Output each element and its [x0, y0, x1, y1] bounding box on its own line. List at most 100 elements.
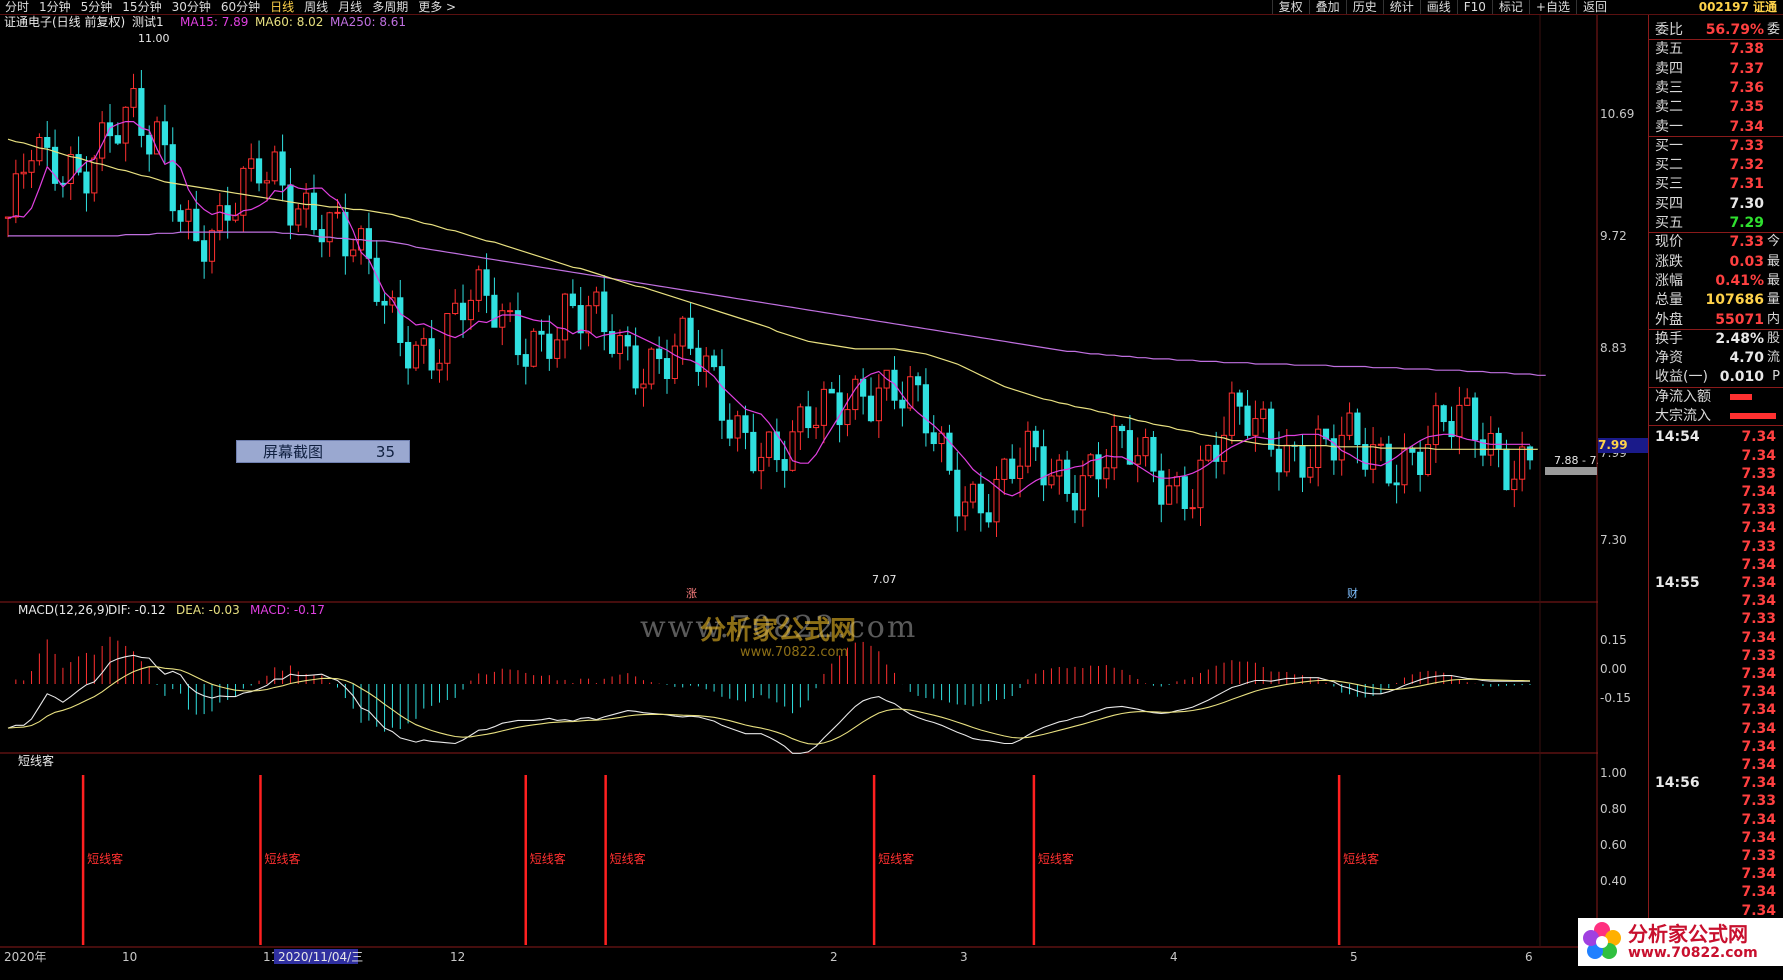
tick-price-0-3: 7.34	[1741, 483, 1776, 500]
tick-row-1-1: 7.34	[1655, 592, 1780, 610]
short-tick-1: 0.80	[1600, 802, 1627, 816]
candle-body	[624, 335, 631, 347]
candle-body	[397, 297, 404, 343]
bid-row-3-value: 7.30	[1729, 195, 1764, 212]
timeframe-toolbar: 分时 1分钟 5分钟 15分钟 30分钟 60分钟 日线 周线 月线 多周期 更多 > 复权 叠加 历史…	[0, 0, 1783, 15]
candle-body	[561, 293, 569, 341]
ask-row-2: 卖三 7.36	[1655, 79, 1780, 97]
candle-body	[546, 333, 553, 359]
tab-timeframe-10[interactable]: 更多 >	[413, 0, 461, 14]
tab-timeframe-2[interactable]: 5分钟	[76, 0, 118, 14]
screenshot-overlay[interactable]: 屏幕截图 35	[236, 440, 410, 463]
ma250-label: MA250: 8.61	[330, 15, 406, 29]
cai-marker: 财	[1347, 586, 1358, 600]
tick-row-2-1: 7.33	[1655, 792, 1780, 810]
candle-body	[303, 192, 310, 210]
tool-button-2[interactable]: 历史	[1345, 0, 1383, 14]
tick-row-1-4: 7.33	[1655, 647, 1780, 665]
tab-timeframe-7[interactable]: 周线	[299, 0, 333, 14]
candle-body	[742, 415, 749, 433]
tick-row-1-10: 7.34	[1655, 756, 1780, 774]
tool-button-4[interactable]: 画线	[1419, 0, 1457, 14]
candle-body	[899, 399, 906, 409]
tool-button-3[interactable]: 统计	[1382, 0, 1420, 14]
tick-time-2: 14:56	[1655, 775, 1700, 792]
stat-row-0-value: 2.48%	[1715, 330, 1764, 347]
stock-code: 002197 证通	[1698, 0, 1777, 14]
tick-price-1-6: 7.34	[1741, 684, 1776, 701]
tool-button-7[interactable]: +自选	[1528, 0, 1576, 14]
candle-body	[1283, 444, 1290, 473]
quote-row-0-label: 现价	[1655, 234, 1683, 251]
candle-body	[687, 317, 694, 349]
low-annotation: 7.07	[872, 573, 897, 586]
tick-row-0-7: 7.34	[1655, 556, 1780, 574]
tab-timeframe-9[interactable]: 多周期	[367, 0, 413, 14]
candle-body	[1236, 392, 1243, 407]
x-axis-label-6: 3	[960, 950, 968, 964]
x-axis-label-7: 4	[1170, 950, 1178, 964]
candle-body	[1001, 458, 1008, 480]
quote-row-2-label: 涨幅	[1655, 272, 1683, 289]
tab-timeframe-8[interactable]: 月线	[333, 0, 367, 14]
candle-body	[1252, 418, 1259, 436]
last-annotation: 7.88 - 7.	[1554, 454, 1598, 467]
quote-row-2-value: 0.41%	[1715, 272, 1764, 289]
candle-body	[726, 419, 733, 439]
candle-body	[1244, 405, 1251, 436]
kline-chart[interactable]: 证通电子(日线 前复权) 测试1 MA15: 7.89 MA60: 8.02 M…	[0, 14, 1600, 965]
tab-timeframe-3[interactable]: 15分钟	[117, 0, 166, 14]
x-axis-label-5: 2	[830, 950, 838, 964]
bid-row-2: 买三 7.31	[1655, 175, 1780, 193]
candle-body	[263, 180, 270, 184]
tool-button-1[interactable]: 叠加	[1308, 0, 1346, 14]
tick-price-1-5: 7.34	[1741, 665, 1776, 682]
candle-body	[1346, 412, 1353, 436]
candle-body	[216, 205, 223, 232]
quote-row-1-suffix: 最	[1766, 253, 1780, 269]
candle-body	[1495, 432, 1502, 450]
tick-row-0-4: 7.33	[1655, 501, 1780, 519]
macd-label: MACD(12,26,9)	[18, 603, 109, 617]
chart-area[interactable]: 证通电子(日线 前复权) 测试1 MA15: 7.89 MA60: 8.02 M…	[0, 14, 1600, 965]
candle-body	[1126, 430, 1133, 465]
candle-body	[1503, 448, 1510, 491]
overlay-label: 屏幕截图	[263, 443, 324, 461]
tool-button-5[interactable]: F10	[1456, 0, 1492, 14]
candle-body	[577, 305, 584, 334]
candle-body	[240, 167, 247, 216]
tab-timeframe-5[interactable]: 60分钟	[216, 0, 265, 14]
bid-row-2-value: 7.31	[1729, 176, 1764, 193]
tick-price-0-6: 7.33	[1741, 538, 1776, 555]
candle-body	[1032, 430, 1039, 448]
candle-body	[334, 211, 341, 214]
tool-button-6[interactable]: 标记	[1491, 0, 1529, 14]
tab-timeframe-0[interactable]: 分时	[0, 0, 34, 14]
tick-row-2-3: 7.34	[1655, 829, 1780, 847]
candle-body	[891, 369, 898, 401]
tick-price-0-0: 7.34	[1741, 429, 1776, 446]
candle-body	[1268, 408, 1275, 450]
quote-row-4-label: 外盘	[1655, 311, 1683, 328]
tool-button-0[interactable]: 复权	[1271, 0, 1309, 14]
candle-body	[491, 294, 498, 328]
flow-row-0: 净流入额	[1655, 388, 1780, 406]
ask-row-2-label: 卖三	[1655, 79, 1683, 96]
tool-button-8[interactable]: 返回	[1575, 0, 1613, 14]
tick-price-2-4: 7.33	[1741, 847, 1776, 864]
tab-timeframe-4[interactable]: 30分钟	[167, 0, 216, 14]
candle-body	[1307, 466, 1314, 478]
candle-body	[271, 151, 278, 182]
candle-body	[640, 383, 647, 389]
candle-body	[436, 362, 443, 371]
quote-panel: 委比 56.79% 委卖五 7.38 卖四 7.37 卖三 7.36 卖二 7.35 卖一 7.34 买…	[1648, 15, 1783, 965]
candle-body	[193, 208, 200, 242]
candle-body	[820, 388, 828, 426]
candle-body	[922, 384, 930, 434]
watermark-url2: www.70822.com	[740, 645, 849, 660]
dea-label: DEA: -0.03	[176, 603, 240, 617]
weibi-row-suffix: 委	[1766, 22, 1780, 37]
tab-timeframe-1[interactable]: 1分钟	[34, 0, 76, 14]
tab-timeframe-6[interactable]: 日线	[265, 0, 299, 14]
short-signal-label: 短线客	[610, 851, 646, 866]
